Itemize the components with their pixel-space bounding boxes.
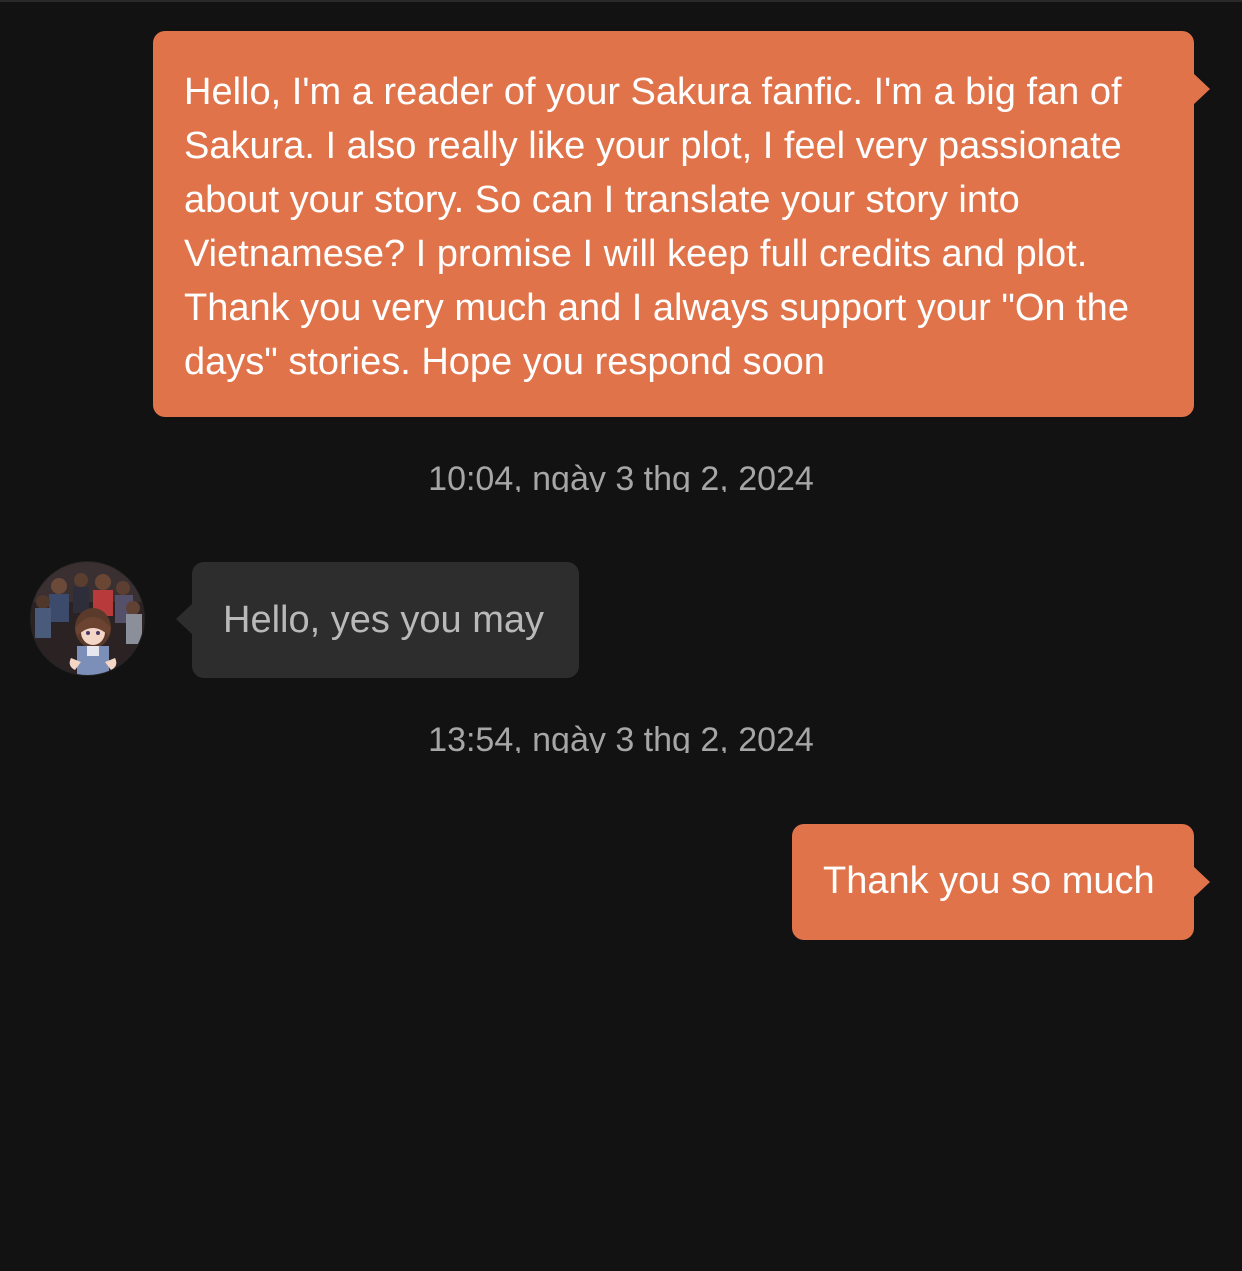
sender-avatar[interactable]: [31, 562, 144, 675]
incoming-message-bubble[interactable]: Hello, yes you may: [176, 562, 579, 678]
avatar-photo-icon: [31, 562, 144, 675]
top-divider: [0, 0, 1242, 2]
message-timestamp: 10:04, ngày 3 thg 2, 2024: [428, 460, 814, 492]
outgoing-message-bubble[interactable]: Hello, I'm a reader of your Sakura fanfi…: [153, 31, 1210, 417]
outgoing-message-bubble[interactable]: Thank you so much: [792, 824, 1210, 940]
message-timestamp: 13:54, ngày 3 thg 2, 2024: [428, 721, 814, 753]
